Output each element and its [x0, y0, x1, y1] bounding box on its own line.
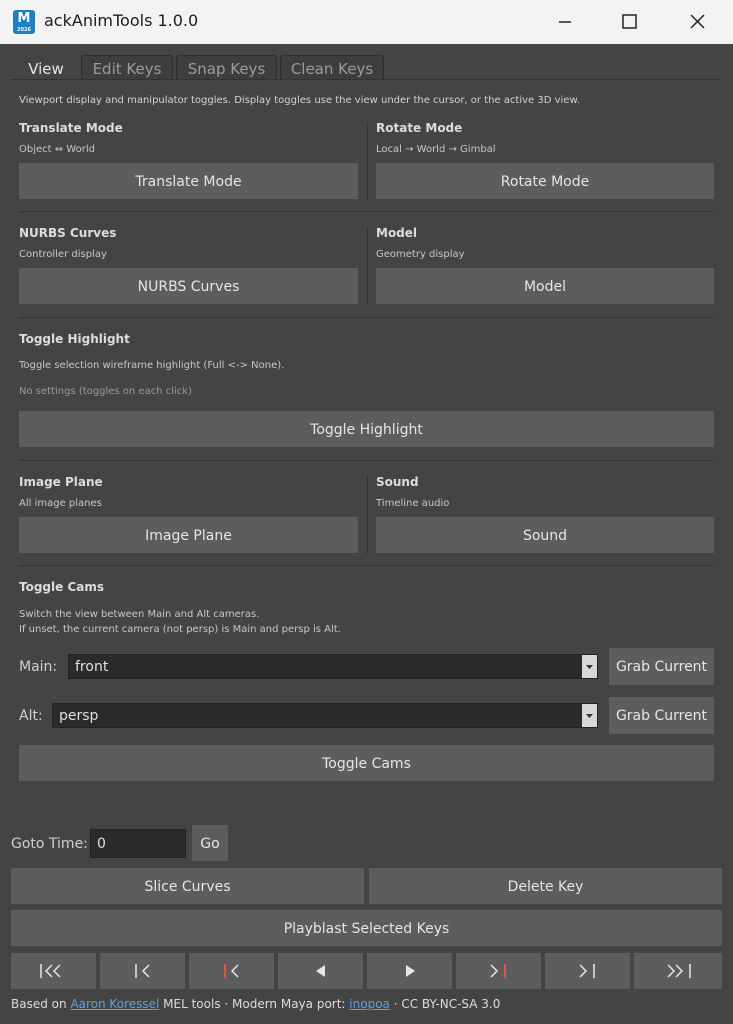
footer-license: · CC BY-NC-SA 3.0: [393, 997, 501, 1011]
model-title: Model: [376, 226, 418, 240]
last-key-button[interactable]: [634, 953, 722, 989]
go-button[interactable]: Go: [192, 825, 228, 861]
tab-edit-keys[interactable]: Edit Keys: [81, 55, 173, 80]
column-divider: [367, 227, 368, 305]
nurbs-title: NURBS Curves: [19, 226, 117, 240]
prev-key-button[interactable]: [100, 953, 185, 989]
translate-mode-button[interactable]: Translate Mode: [19, 163, 358, 199]
section-divider: [19, 565, 714, 566]
goto-time-input[interactable]: 0: [90, 829, 186, 858]
sound-button[interactable]: Sound: [376, 517, 714, 553]
minimize-button[interactable]: [541, 0, 587, 44]
footer-mid: MEL tools · Modern Maya port:: [163, 997, 346, 1011]
rotate-mode-button[interactable]: Rotate Mode: [376, 163, 714, 199]
tab-view[interactable]: View: [14, 55, 78, 82]
chevron-down-icon: [582, 704, 597, 727]
column-divider: [367, 122, 368, 200]
main-camera-dropdown[interactable]: front: [68, 654, 598, 679]
next-frame-icon: [490, 964, 506, 978]
rotate-subtitle: Local → World → Gimbal: [376, 144, 496, 155]
close-button[interactable]: [675, 0, 721, 44]
highlight-subtitle: Toggle selection wireframe highlight (Fu…: [19, 360, 285, 371]
view-description: Viewport display and manipulator toggles…: [19, 95, 580, 106]
translate-subtitle: Object ⇔ World: [19, 144, 95, 155]
image-plane-title: Image Plane: [19, 475, 103, 489]
next-key-button[interactable]: [545, 953, 630, 989]
chevron-down-icon: [582, 655, 597, 678]
maya-app-icon: M 2026: [13, 10, 35, 34]
model-button[interactable]: Model: [376, 268, 714, 304]
goto-time-value: 0: [97, 836, 106, 852]
minimize-icon: [559, 21, 571, 23]
aaron-koressel-link[interactable]: Aaron Koressel: [70, 997, 159, 1011]
image-plane-button[interactable]: Image Plane: [19, 517, 358, 553]
image-plane-subtitle: All image planes: [19, 498, 102, 509]
section-divider: [19, 317, 714, 318]
highlight-title: Toggle Highlight: [19, 332, 130, 346]
maximize-icon: [622, 14, 637, 29]
prev-key-icon: [135, 964, 150, 978]
step-forward-button[interactable]: [367, 953, 452, 989]
prev-frame-icon: [224, 964, 239, 978]
cams-title: Toggle Cams: [19, 580, 104, 594]
nurbs-subtitle: Controller display: [19, 249, 107, 260]
slice-curves-button[interactable]: Slice Curves: [11, 868, 364, 904]
delete-key-button[interactable]: Delete Key: [369, 868, 722, 904]
toggle-cams-button[interactable]: Toggle Cams: [19, 745, 714, 781]
translate-title: Translate Mode: [19, 121, 123, 135]
footer-prefix: Based on: [11, 997, 67, 1011]
sound-subtitle: Timeline audio: [376, 498, 450, 509]
next-key-icon: [579, 964, 595, 978]
toggle-highlight-button[interactable]: Toggle Highlight: [19, 411, 714, 447]
first-key-icon: [40, 964, 61, 978]
highlight-note: No settings (toggles on each click): [19, 386, 192, 397]
main-camera-value: front: [75, 659, 109, 675]
inopoa-link[interactable]: inopoa: [349, 997, 390, 1011]
tab-snap-keys[interactable]: Snap Keys: [176, 55, 277, 80]
rotate-title: Rotate Mode: [376, 121, 463, 135]
step-back-icon: [316, 965, 325, 977]
playblast-selected-keys-button[interactable]: Playblast Selected Keys: [11, 910, 722, 946]
credits-footer: Based on Aaron Koressel MEL tools · Mode…: [11, 997, 500, 1011]
step-back-button[interactable]: [278, 953, 363, 989]
cams-line1: Switch the view between Main and Alt cam…: [19, 609, 260, 620]
cams-line2: If unset, the current camera (not persp)…: [19, 624, 341, 635]
tab-divider: [11, 79, 721, 80]
alt-camera-value: persp: [59, 708, 99, 724]
sound-title: Sound: [376, 475, 419, 489]
step-forward-icon: [406, 965, 415, 977]
goto-time-label: Goto Time:: [11, 836, 88, 852]
prev-frame-button[interactable]: [189, 953, 274, 989]
section-divider: [19, 211, 714, 212]
grab-current-main-button[interactable]: Grab Current: [609, 648, 714, 685]
model-subtitle: Geometry display: [376, 249, 465, 260]
grab-current-alt-button[interactable]: Grab Current: [609, 697, 714, 734]
next-frame-button[interactable]: [456, 953, 541, 989]
last-key-icon: [667, 964, 691, 978]
column-divider: [367, 476, 368, 554]
alt-camera-label: Alt:: [19, 708, 43, 724]
nurbs-curves-button[interactable]: NURBS Curves: [19, 268, 358, 304]
close-icon: [690, 14, 705, 29]
title-bar: M 2026 ackAnimTools 1.0.0: [0, 0, 733, 44]
window-title: ackAnimTools 1.0.0: [44, 11, 199, 30]
alt-camera-dropdown[interactable]: persp: [52, 703, 598, 728]
first-key-button[interactable]: [11, 953, 96, 989]
main-camera-label: Main:: [19, 659, 58, 675]
maximize-button[interactable]: [606, 0, 652, 44]
tab-clean-keys[interactable]: Clean Keys: [280, 55, 384, 80]
section-divider: [19, 460, 714, 461]
